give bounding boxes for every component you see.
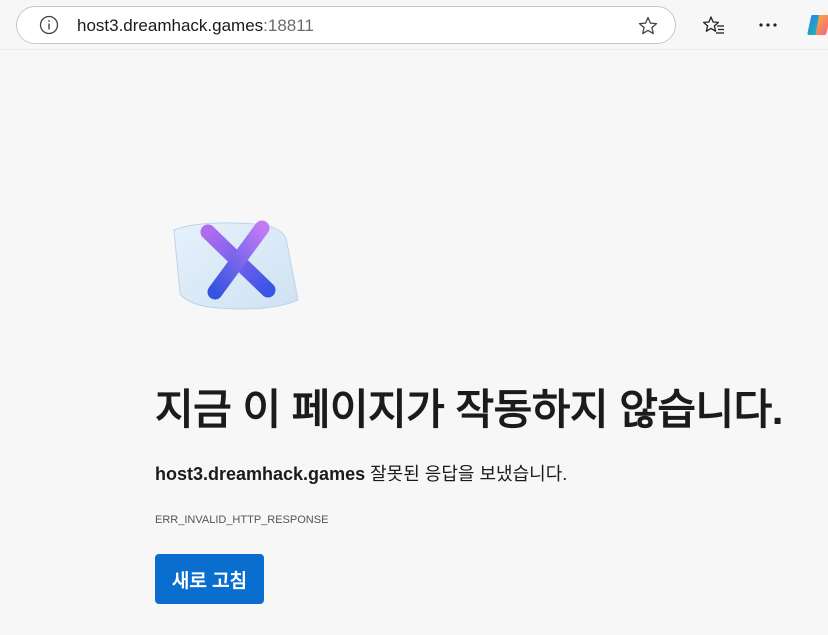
error-message: host3.dreamhack.games 잘못된 응답을 보냈습니다. bbox=[155, 460, 567, 486]
error-message-suffix: 잘못된 응답을 보냈습니다. bbox=[365, 464, 568, 484]
favorites-icon[interactable] bbox=[702, 15, 726, 37]
error-x-icon bbox=[173, 220, 299, 310]
address-bar[interactable]: host3.dreamhack.games:18811 bbox=[16, 6, 676, 44]
error-code: ERR_INVALID_HTTP_RESPONSE bbox=[155, 514, 329, 526]
copilot-icon[interactable] bbox=[806, 12, 828, 38]
url-text[interactable]: host3.dreamhack.games:18811 bbox=[77, 16, 314, 36]
browser-toolbar: host3.dreamhack.games:18811 bbox=[0, 0, 828, 50]
error-host: host3.dreamhack.games bbox=[155, 464, 366, 484]
reload-button[interactable]: 새로 고침 bbox=[155, 554, 264, 604]
star-icon[interactable] bbox=[637, 15, 659, 37]
info-icon[interactable] bbox=[39, 15, 59, 35]
url-port: :18811 bbox=[263, 16, 314, 35]
error-title: 지금 이 페이지가 작동하지 않습니다. bbox=[155, 386, 783, 433]
url-host: host3.dreamhack.games bbox=[77, 16, 264, 35]
toolbar-divider bbox=[0, 49, 828, 50]
more-icon[interactable] bbox=[756, 14, 780, 36]
